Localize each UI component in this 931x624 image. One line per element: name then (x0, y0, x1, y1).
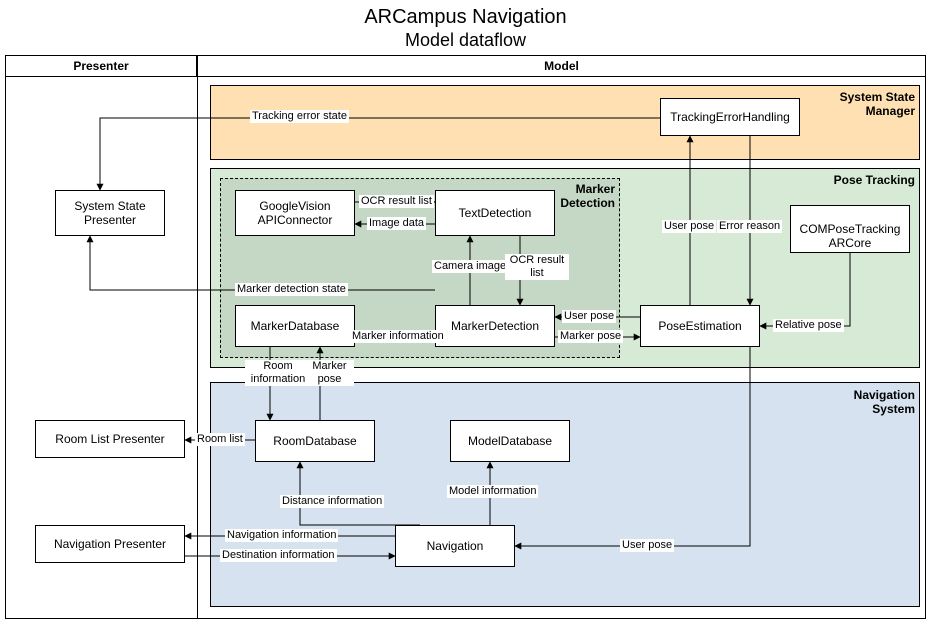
diagram-title: ARCampus Navigation (0, 6, 931, 29)
region-label-marker-detection: MarkerDetection (555, 182, 615, 210)
edge-error-reason: Error reason (717, 220, 782, 233)
lane-divider (197, 55, 198, 619)
edge-camera-image: Camera image (432, 260, 508, 273)
edge-user-pose-left: User pose (562, 310, 616, 323)
lane-header-model: Model (197, 55, 926, 77)
box-room-database: RoomDatabase (255, 420, 375, 462)
diagram-subtitle: Model dataflow (0, 30, 931, 51)
edge-user-pose-right: User pose (620, 539, 674, 552)
box-marker-database: MarkerDatabase (235, 305, 355, 347)
box-tracking-error-handling: TrackingErrorHandling (660, 98, 800, 136)
box-room-list-presenter: Room List Presenter (35, 420, 185, 458)
region-label-navigation-system: NavigationSystem (820, 388, 915, 416)
edge-marker-information: Marker information (350, 330, 446, 343)
edge-marker-pose-down: Markerpose (305, 360, 354, 386)
box-model-database: ModelDatabase (450, 420, 570, 462)
box-marker-detection: MarkerDetection (435, 305, 555, 347)
edge-ocr-result-list-2: OCR resultlist (505, 254, 569, 280)
box-system-state-presenter: System StatePresenter (55, 190, 165, 236)
region-label-system-state-manager: System StateManager (800, 90, 915, 118)
edge-navigation-information: Navigation information (225, 529, 338, 542)
edge-destination-information: Destination information (220, 549, 337, 562)
edge-marker-pose-right: Marker pose (558, 330, 623, 343)
edge-user-pose-up: User pose (662, 220, 716, 233)
edge-tracking-error-state: Tracking error state (250, 110, 349, 123)
diagram: ARCampus Navigation Model dataflow Prese… (0, 0, 931, 624)
edge-ocr-result-list: OCR result list (359, 195, 434, 208)
box-google-vision: GoogleVisionAPIConnector (235, 190, 355, 236)
box-navigation-presenter: Navigation Presenter (35, 525, 185, 563)
box-navigation: Navigation (395, 525, 515, 567)
box-pose-estimation: PoseEstimation (640, 305, 760, 347)
region-label-pose-tracking: Pose Tracking (820, 173, 915, 187)
edge-relative-pose: Relative pose (773, 319, 844, 332)
edge-marker-detection-state: Marker detection state (235, 283, 348, 296)
edge-room-information: Roominformation (245, 360, 311, 386)
edge-room-list: Room list (195, 433, 245, 446)
box-com-pose-tracking: COMPoseTracking ARCore (790, 205, 910, 253)
edge-distance-information: Distance information (280, 495, 384, 508)
edge-image-data: Image data (367, 217, 426, 230)
lane-header-presenter: Presenter (5, 55, 197, 77)
edge-model-information: Model information (447, 485, 538, 498)
box-text-detection: TextDetection (435, 190, 555, 236)
